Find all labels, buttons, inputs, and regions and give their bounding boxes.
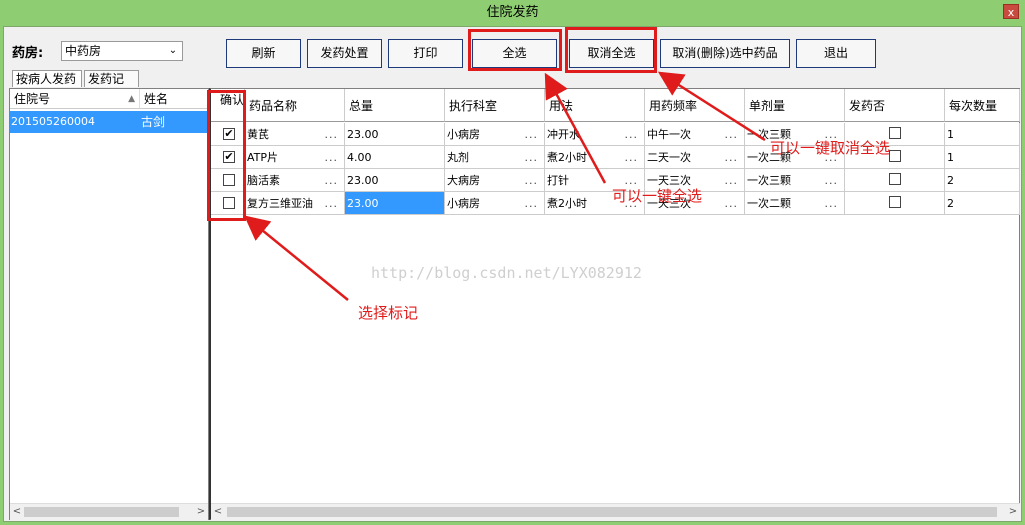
arrow-to-select-all [544,72,607,184]
arrow-to-deselect-all [657,71,766,142]
annotation-select-all-text: 可以一键全选 [612,187,703,205]
annotation-arrows [244,71,766,301]
arrow-to-confirm-column [244,215,349,301]
annotation-select-mark-text: 选择标记 [358,304,419,322]
annotation-deselect-all-text: 可以一键取消全选 [770,139,891,157]
